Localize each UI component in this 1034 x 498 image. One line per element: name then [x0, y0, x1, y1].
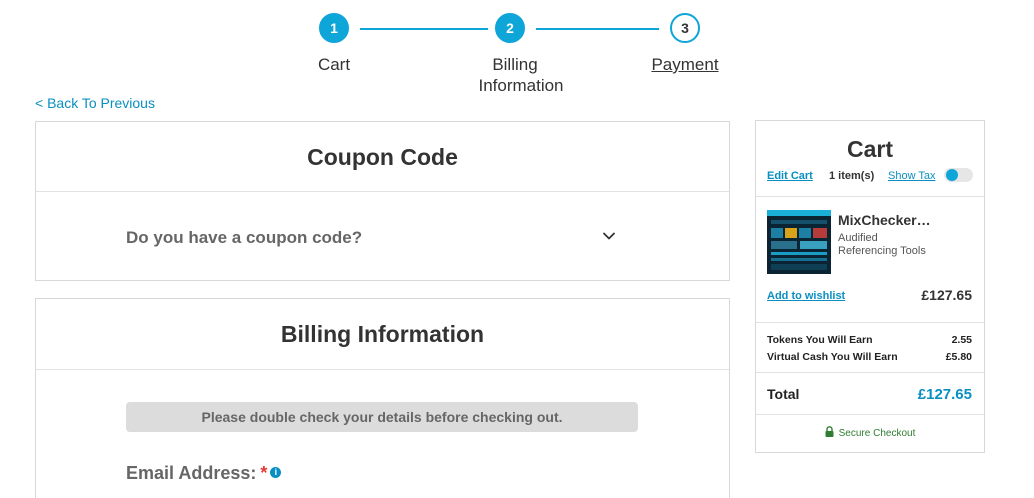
- show-tax-label[interactable]: Show Tax: [888, 170, 936, 182]
- step-connector: [360, 28, 488, 30]
- toggle-knob: [946, 169, 958, 181]
- secure-checkout-text: Secure Checkout: [838, 428, 916, 439]
- edit-cart-link[interactable]: Edit Cart: [767, 170, 813, 182]
- checkout-stepper: 1 2 3 Cart Billing Information Payment: [0, 0, 1034, 100]
- tokens-earn-value: 2.55: [951, 334, 972, 346]
- billing-title: Billing Information: [280, 321, 485, 347]
- divider: [756, 196, 984, 197]
- coupon-title: Coupon Code: [307, 144, 458, 170]
- email-address-label: Email Address: * i: [126, 463, 282, 484]
- product-price: £127.65: [921, 287, 972, 303]
- cart-panel: Cart Edit Cart 1 item(s) Show Tax MixChe…: [755, 120, 985, 453]
- product-image: [767, 210, 831, 274]
- virtual-cash-label: Virtual Cash You Will Earn: [767, 351, 898, 363]
- back-to-previous-link[interactable]: < Back To Previous: [35, 95, 155, 111]
- divider: [756, 372, 984, 373]
- info-icon[interactable]: i: [270, 467, 282, 478]
- tokens-earn-label: Tokens You Will Earn: [767, 334, 873, 346]
- product-thumbnail[interactable]: [767, 210, 831, 274]
- chevron-down-icon[interactable]: [601, 228, 617, 244]
- email-label-text: Email Address:: [126, 463, 257, 483]
- step-2-label[interactable]: Billing Information: [455, 54, 575, 96]
- step-2-circle[interactable]: 2: [495, 13, 525, 43]
- divider: [756, 322, 984, 323]
- divider: [756, 414, 984, 415]
- step-1-label[interactable]: Cart: [294, 54, 374, 75]
- product-brand: Audified: [838, 232, 878, 244]
- add-to-wishlist-link[interactable]: Add to wishlist: [767, 290, 845, 302]
- lock-icon: [825, 426, 834, 437]
- secure-checkout-link[interactable]: Secure Checkout: [756, 426, 984, 439]
- show-tax-toggle[interactable]: [944, 168, 973, 182]
- billing-panel: Billing Information Please double check …: [35, 298, 730, 498]
- step-2-label-line1: Billing: [492, 55, 538, 74]
- cart-title: Cart: [846, 136, 893, 162]
- step-3-label: Payment: [651, 55, 719, 74]
- cart-item-count: 1 item(s): [829, 170, 875, 182]
- step-1-circle[interactable]: 1: [319, 13, 349, 43]
- total-label: Total: [767, 386, 800, 402]
- required-asterisk: *: [260, 463, 268, 483]
- product-category: Referencing Tools: [838, 245, 926, 257]
- divider: [36, 191, 729, 192]
- check-details-notice: Please double check your details before …: [126, 402, 638, 432]
- step-connector: [536, 28, 659, 30]
- divider: [36, 369, 729, 370]
- product-name[interactable]: MixChecker…: [838, 212, 931, 228]
- virtual-cash-value: £5.80: [945, 351, 972, 363]
- step-3-circle: 3: [670, 13, 700, 43]
- step-2-label-line2: Information: [478, 76, 564, 95]
- coupon-question[interactable]: Do you have a coupon code?: [126, 228, 362, 248]
- total-value: £127.65: [917, 386, 972, 403]
- coupon-panel: Coupon Code Do you have a coupon code?: [35, 121, 730, 281]
